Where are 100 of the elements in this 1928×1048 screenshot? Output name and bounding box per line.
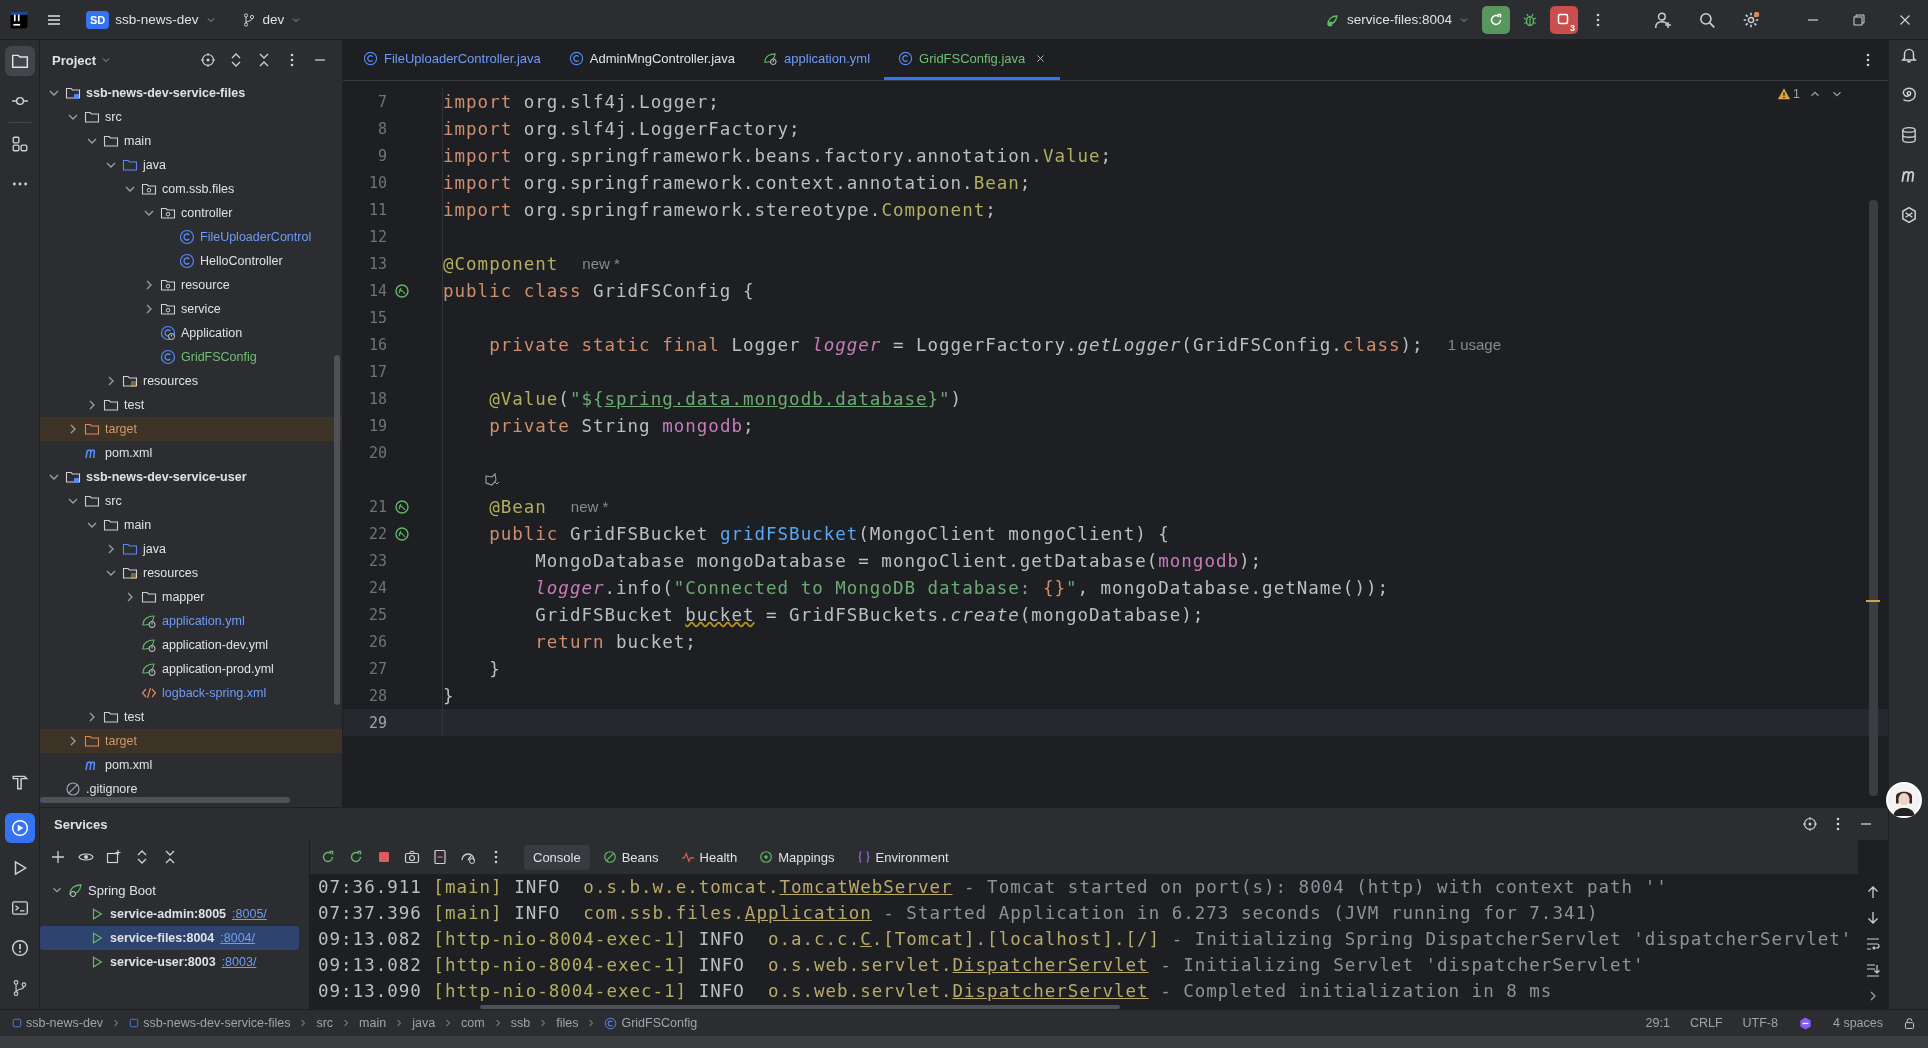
breadcrumb[interactable]: java [412, 1016, 436, 1030]
panel-title[interactable]: Project [52, 52, 113, 68]
scroll-to-end-icon[interactable] [1865, 962, 1881, 978]
port-link[interactable]: :8004/ [220, 931, 255, 945]
code-vision-icon[interactable] [483, 471, 499, 488]
tree-item[interactable]: resources [40, 369, 342, 393]
line-ending[interactable]: CRLF [1689, 1016, 1723, 1030]
close-icon[interactable] [1035, 53, 1047, 64]
tree-item[interactable]: ssb-news-dev-service-files [40, 81, 342, 105]
class-link[interactable]: C [860, 929, 872, 949]
rerun-button[interactable] [1482, 5, 1510, 34]
branch-widget[interactable]: dev [234, 7, 309, 32]
editor-tab[interactable]: GridFSConfig.java [884, 40, 1061, 80]
service-item[interactable]: service-user:8003 :8003/ [40, 950, 299, 974]
indent-setting[interactable]: 4 spaces [1832, 1016, 1883, 1030]
class-link[interactable]: DispatcherServlet [952, 955, 1149, 975]
add-user-icon[interactable] [1654, 10, 1672, 29]
down-arrow-icon[interactable] [1865, 910, 1881, 926]
tree-item[interactable]: Application [40, 321, 342, 345]
console-tab[interactable]: Health [671, 844, 747, 870]
tree-item[interactable]: application-dev.yml [40, 633, 342, 657]
new-group-icon[interactable] [106, 849, 122, 865]
tree-item[interactable]: resources [40, 561, 342, 585]
bean-icon[interactable] [394, 525, 410, 542]
hexagon-icon[interactable] [1797, 1015, 1813, 1031]
breadcrumb[interactable]: ssb-news-dev [12, 1016, 104, 1030]
run-config-widget[interactable]: service-files:8004 [1318, 7, 1476, 32]
breadcrumb[interactable]: ssb-news-dev-service-files [129, 1016, 291, 1030]
problems-icon[interactable] [10, 939, 29, 957]
project-widget[interactable]: SD ssb-news-dev [80, 6, 223, 33]
caret-position[interactable]: 29:1 [1645, 1016, 1670, 1030]
tree-item[interactable]: FileUploaderControl [40, 225, 342, 249]
console-tab[interactable]: Environment [847, 844, 958, 870]
tree-item[interactable]: service [40, 297, 342, 321]
camera-icon[interactable] [404, 849, 420, 865]
editor-tab[interactable]: FileUploaderController.java [349, 40, 555, 80]
tree-item[interactable]: com.ssb.files [40, 177, 342, 201]
rerun-icon[interactable] [348, 849, 364, 865]
service-item[interactable]: service-files:8004 :8004/ [40, 926, 299, 950]
tree-item[interactable]: main [40, 129, 342, 153]
soft-wrap-icon[interactable] [1865, 936, 1881, 952]
structure-icon[interactable] [10, 135, 29, 153]
tree-item[interactable]: HelloController [40, 249, 342, 273]
project-tool-button[interactable] [4, 46, 35, 76]
tree-item[interactable]: pom.xml [40, 753, 342, 777]
stop-button[interactable]: 3 [1550, 5, 1578, 34]
tree-item[interactable]: pom.xml [40, 441, 342, 465]
class-link[interactable]: DispatcherServlet [952, 981, 1149, 1001]
editor-tab[interactable]: application.yml [749, 40, 885, 80]
tree-item[interactable]: resource [40, 273, 342, 297]
tree-item[interactable]: src [40, 489, 342, 513]
database-icon[interactable] [1899, 126, 1918, 144]
tree-item[interactable]: java [40, 153, 342, 177]
port-link[interactable]: :8005/ [232, 907, 267, 921]
add-icon[interactable] [50, 849, 66, 865]
breadcrumb[interactable]: src [316, 1016, 334, 1030]
bell-icon[interactable] [1899, 46, 1918, 64]
tree-item[interactable]: application.yml [40, 609, 342, 633]
services-tool-button[interactable] [4, 813, 35, 843]
console-tab[interactable]: Mappings [750, 844, 844, 870]
console-tab[interactable]: Console [524, 844, 590, 870]
lock-icon[interactable] [1903, 1016, 1916, 1030]
tree-item[interactable]: controller [40, 201, 342, 225]
locate-icon[interactable] [200, 52, 216, 68]
tree-item[interactable]: logback-spring.xml [40, 681, 342, 705]
class-link[interactable]: TomcatWebServer [779, 877, 953, 897]
file-encoding[interactable]: UTF-8 [1742, 1016, 1778, 1030]
scrollbar-thumb[interactable] [1869, 200, 1878, 796]
tree-item[interactable]: ssb-news-dev-service-user [40, 465, 342, 489]
hammer-icon[interactable] [10, 773, 29, 791]
tree-item[interactable]: GridFSConfig [40, 345, 342, 369]
breadcrumb[interactable]: main [359, 1016, 387, 1030]
editor-tab[interactable]: AdminMngController.java [554, 40, 750, 80]
bean-icon[interactable] [394, 498, 410, 515]
scrollbar-thumb[interactable] [40, 797, 290, 803]
stop-icon[interactable] [376, 849, 392, 865]
breadcrumb[interactable]: ssb [510, 1016, 531, 1030]
hexagon-icon[interactable] [1899, 206, 1918, 224]
service-item[interactable]: service-admin:8005 :8005/ [40, 902, 299, 926]
terminal-icon[interactable] [10, 899, 29, 917]
tree-item[interactable]: Spring Boot [40, 878, 309, 902]
scrollbar-thumb[interactable] [334, 355, 340, 705]
rerun-icon[interactable] [320, 849, 336, 865]
tree-item[interactable]: .gitignore [40, 777, 342, 801]
search-icon[interactable] [1698, 10, 1716, 29]
tree-item[interactable]: test [40, 705, 342, 729]
tree-item[interactable]: target [40, 417, 342, 441]
dump-icon[interactable] [432, 849, 448, 865]
tree-item[interactable]: main [40, 513, 342, 537]
tree-item[interactable]: mapper [40, 585, 342, 609]
bean-icon[interactable] [394, 282, 410, 299]
console-tab[interactable]: Beans [593, 844, 668, 870]
tree-item[interactable]: src [40, 105, 342, 129]
breadcrumb[interactable]: files [556, 1016, 579, 1030]
tree-item[interactable]: target [40, 729, 342, 753]
tree-item[interactable]: application-prod.yml [40, 657, 342, 681]
class-link[interactable]: Application [744, 903, 872, 923]
scrollbar-thumb[interactable] [480, 1005, 1120, 1009]
tree-item[interactable]: test [40, 393, 342, 417]
breadcrumb[interactable]: com [461, 1016, 485, 1030]
